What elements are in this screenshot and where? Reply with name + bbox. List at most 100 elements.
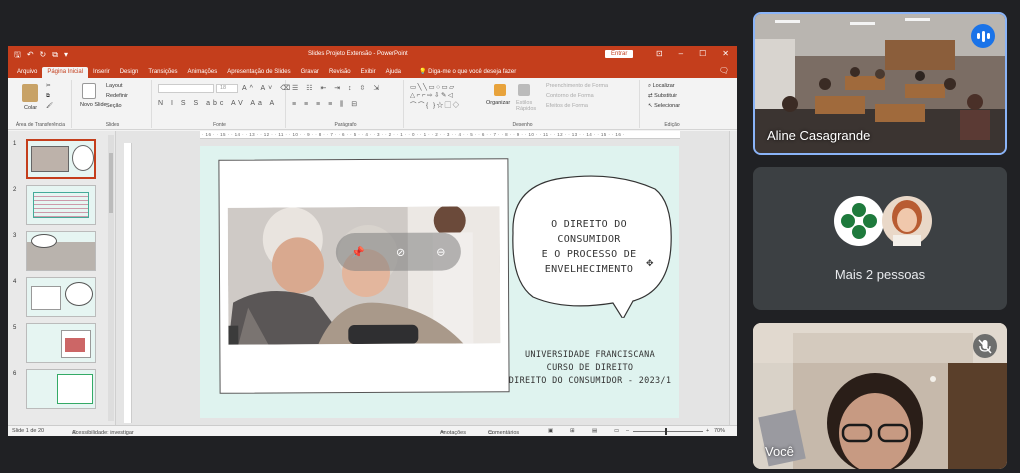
slide-thumbnail-1[interactable]	[26, 139, 96, 179]
reset-button[interactable]: Redefinir	[106, 93, 128, 99]
horizontal-ruler: · 16 · · 15 · · 14 · · 13 · · 12 · · 11 …	[200, 131, 680, 139]
slide-thumbnail-6[interactable]	[26, 369, 96, 409]
close-icon[interactable]: ✕	[722, 49, 729, 58]
scrollbar-thumb[interactable]	[109, 153, 113, 213]
comments-label: Comentários	[488, 430, 520, 436]
find-button[interactable]: ⌕ Localizar	[648, 83, 675, 90]
zoom-slider[interactable]	[633, 431, 703, 432]
zoom-level[interactable]: 70%	[714, 428, 725, 434]
slide-title-line: E O PROCESSO DE	[541, 249, 637, 260]
slideshow-icon[interactable]: ▭	[614, 428, 619, 434]
participant-tile-self[interactable]: Você	[753, 323, 1007, 469]
new-slide-button[interactable]: Novo Slide	[80, 102, 107, 108]
tab-animacoes[interactable]: Animações	[183, 67, 223, 78]
slide-footer-line: DIREITO DO CONSUMIDOR - 2023/1	[508, 376, 672, 386]
slide-editor: · 16 · · 15 · · 14 · · 13 · · 12 · · 11 …	[116, 131, 737, 426]
minimize-presentation-icon[interactable]: ⊖	[436, 245, 445, 258]
tab-ajuda[interactable]: Ajuda	[381, 67, 406, 78]
tab-exibir[interactable]: Exibir	[356, 67, 381, 78]
slide-footer: UNIVERSIDADE FRANCISCANA CURSO DE DIREIT…	[505, 349, 675, 388]
copy-icon[interactable]: ⧉	[46, 93, 50, 100]
layout-button[interactable]: Layout	[106, 83, 123, 89]
participant-name: Você	[765, 444, 794, 459]
slide-thumbnail-2[interactable]	[26, 185, 96, 225]
cut-icon[interactable]: ✂	[46, 83, 51, 89]
tab-transicoes[interactable]: Transições	[143, 67, 182, 78]
customize-icon[interactable]: ▾	[64, 50, 68, 60]
align-icons[interactable]: ≡ ≡ ≡ ≡ ⫼ ⊟	[292, 100, 360, 109]
font-name-select[interactable]	[158, 84, 214, 93]
list-icons[interactable]: ☰ ☷ ⇤ ⇥ ↕ ⇳ ⇲	[292, 84, 382, 92]
quick-access-toolbar: 🖫 ↶ ↻ ⧉ ▾	[14, 50, 68, 60]
zoom-in-icon[interactable]: +	[706, 428, 709, 434]
thumb-number: 3	[13, 233, 17, 239]
shape-effects-button[interactable]: Efeitos de Forma	[546, 103, 588, 109]
font-grow-shrink-icons[interactable]: A^ A˅ ⌫	[242, 84, 293, 92]
tell-me-search[interactable]: 💡 Diga-me o que você deseja fazer	[414, 66, 521, 78]
mute-presentation-icon[interactable]: ⊘	[396, 245, 405, 258]
tab-design[interactable]: Design	[115, 67, 144, 78]
participant-name: Aline Casagrande	[767, 128, 871, 143]
paste-button[interactable]: Colar	[24, 105, 37, 111]
save-icon[interactable]: 🖫	[14, 50, 21, 60]
maximize-icon[interactable]: ☐	[699, 49, 706, 58]
select-button[interactable]: ↖ Selecionar	[648, 103, 680, 109]
font-style-icons[interactable]: N I S S abc AV Aa A	[158, 100, 277, 107]
slide-thumbnail-4[interactable]	[26, 277, 96, 317]
accessibility-text: Acessibilidade: investigar	[72, 430, 134, 436]
zoom-slider-thumb[interactable]	[665, 428, 667, 435]
ppt-titlebar: 🖫 ↶ ↻ ⧉ ▾ Slides Projeto Extensão - Powe…	[8, 46, 737, 64]
editor-scrollbar[interactable]	[729, 131, 737, 426]
tab-gravar[interactable]: Gravar	[296, 67, 324, 78]
reading-view-icon[interactable]: ▤	[592, 428, 597, 434]
tab-pagina-inicial[interactable]: Página Inicial	[42, 67, 89, 78]
shapes-gallery[interactable]: ▭╲╲▭○▭▱ △⌐⌐⇨⇩✎◁ ⌒⌒{ }☆▢◇	[410, 83, 461, 109]
format-painter-icon[interactable]: 🖌	[46, 103, 53, 109]
section-button[interactable]: Seção	[106, 103, 122, 109]
tab-inserir[interactable]: Inserir	[88, 67, 115, 78]
slide-title-line: CONSUMIDOR	[557, 234, 621, 245]
tab-arquivo[interactable]: Arquivo	[12, 67, 42, 78]
participant-tile-others[interactable]: Mais 2 pessoas	[753, 167, 1007, 310]
editing-group: ⌕ Localizar ⇄ Substituir ↖ Selecionar Ed…	[642, 80, 702, 128]
thumbnails-scrollbar[interactable]	[108, 135, 114, 421]
present-icon[interactable]: ⧉	[52, 50, 58, 60]
normal-view-icon[interactable]: ▣	[548, 428, 553, 434]
quick-styles-button[interactable]: Estilos Rápidos	[516, 100, 536, 112]
paragraph-group: ☰ ☷ ⇤ ⇥ ↕ ⇳ ⇲ ≡ ≡ ≡ ≡ ⫼ ⊟ Parágrafo	[288, 80, 404, 128]
current-slide[interactable]: 📌 ⊘ ⊖ O DIREITO DO CONSUMIDOR E O PROCES…	[200, 146, 679, 418]
font-size-value: 18	[220, 85, 227, 91]
arrange-button[interactable]: Organizar	[486, 100, 510, 106]
redo-icon[interactable]: ↻	[40, 50, 47, 60]
comments-icon[interactable]: 🗨	[719, 66, 729, 75]
photo-frame: 📌 ⊘ ⊖	[218, 158, 510, 394]
arrange-icon[interactable]	[494, 84, 506, 96]
ribbon-display-icon[interactable]: ⊡	[656, 49, 663, 58]
tab-revisao[interactable]: Revisão	[324, 67, 356, 78]
minimize-icon[interactable]: –	[679, 49, 683, 58]
shape-outline-button[interactable]: Contorno de Forma	[546, 93, 594, 99]
more-people-label: Mais 2 pessoas	[834, 267, 926, 282]
font-size-select[interactable]: 18	[216, 84, 238, 93]
undo-icon[interactable]: ↶	[27, 50, 34, 60]
slides-group: Novo Slide Layout Redefinir Seção Slides	[74, 80, 152, 128]
zoom-out-icon[interactable]: –	[626, 428, 629, 434]
unpin-icon[interactable]: 📌	[351, 245, 365, 258]
replace-button[interactable]: ⇄ Substituir	[648, 93, 677, 99]
quick-styles-icon[interactable]	[518, 84, 530, 96]
ribbon: Colar ✂ ⧉ 🖌 Área de Transferência Novo S…	[8, 78, 737, 130]
paste-icon[interactable]	[22, 84, 38, 102]
tab-apresentacao[interactable]: Apresentação de Slides	[222, 67, 295, 78]
window-controls: ⊡ – ☐ ✕	[656, 49, 729, 58]
slide-thumbnail-3[interactable]	[26, 231, 96, 271]
participant-tile-aline[interactable]: Aline Casagrande	[753, 12, 1007, 155]
notes-label: Anotações	[440, 430, 466, 436]
slide-sorter-icon[interactable]: ⊞	[570, 428, 575, 434]
editing-group-label: Edição	[664, 122, 680, 128]
shape-fill-button[interactable]: Preenchimento de Forma	[546, 83, 608, 89]
slide-thumbnail-5[interactable]	[26, 323, 96, 363]
signin-button[interactable]: Entrar	[605, 50, 634, 58]
new-slide-icon[interactable]	[82, 83, 96, 99]
ribbon-tabs: Arquivo Página Inicial Inserir Design Tr…	[8, 64, 737, 78]
thumb-number: 5	[13, 325, 17, 331]
